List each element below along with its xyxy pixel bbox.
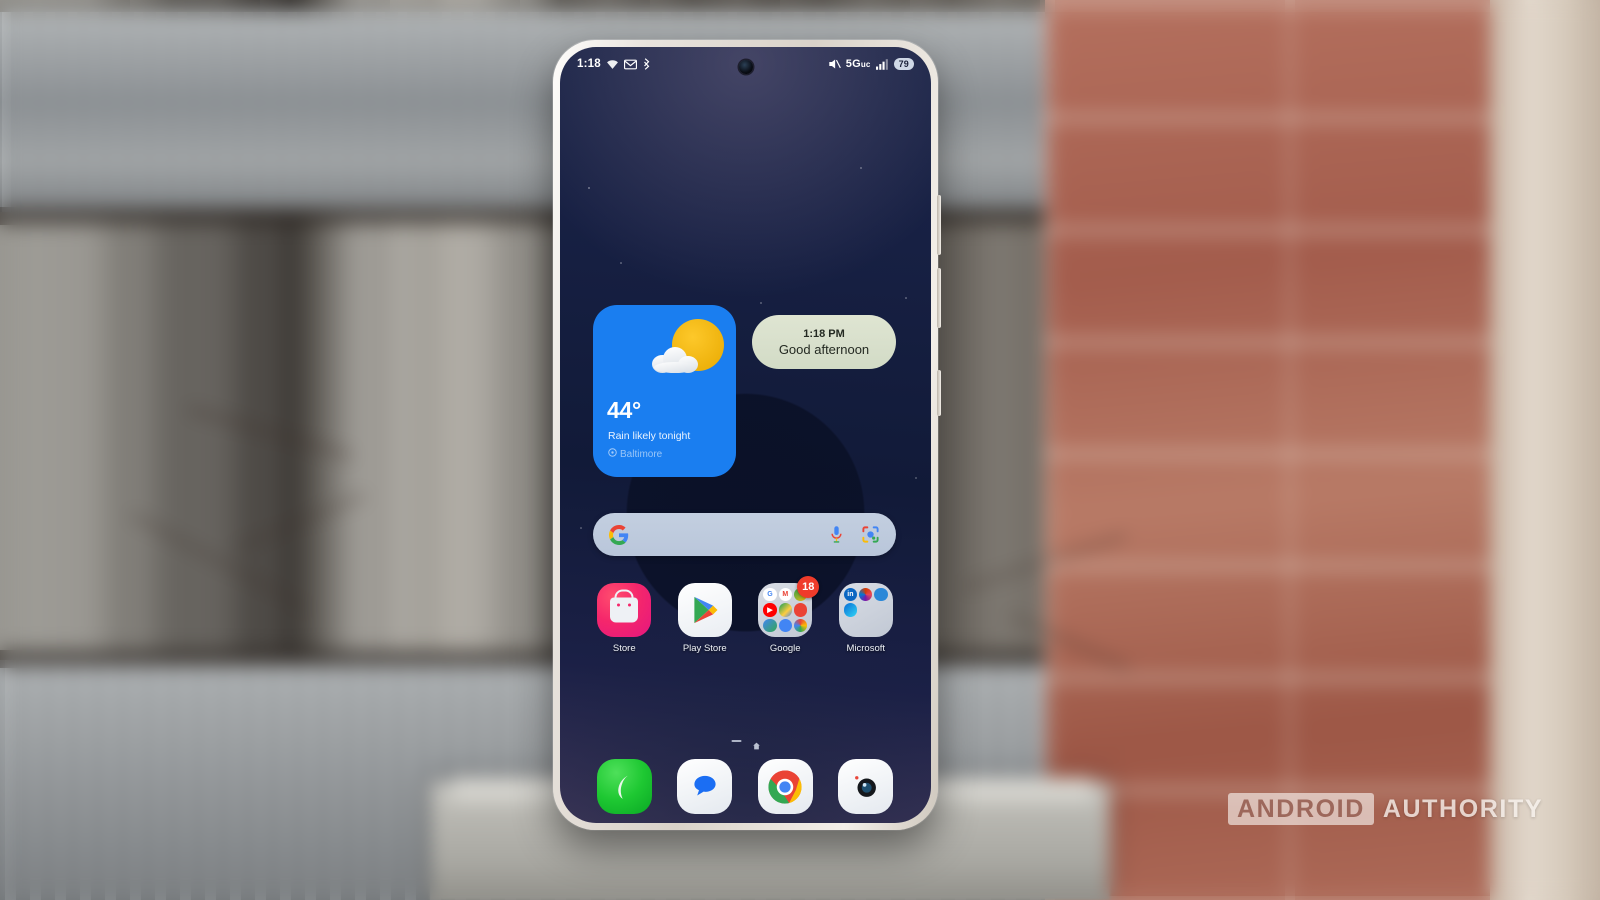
phone-icon[interactable]: [596, 759, 652, 814]
watermark-plain-word: AUTHORITY: [1382, 795, 1544, 823]
network-type-label: 5Guc: [845, 58, 871, 70]
weather-location: Baltimore: [608, 448, 662, 460]
galaxy-store-icon[interactable]: [597, 583, 652, 637]
mini-icon-empty: [874, 619, 887, 632]
page-dot-1[interactable]: [731, 739, 741, 743]
weather-temperature: 44°: [607, 397, 641, 423]
notification-badge: 18: [797, 576, 820, 598]
smartphone-device: 1:18 5Guc 79 44° Rain likely tonight Bal…: [553, 40, 941, 830]
power-button[interactable]: [937, 370, 941, 416]
android-authority-watermark: ANDROID AUTHORITY: [1228, 793, 1543, 825]
app-store[interactable]: Store: [591, 583, 657, 654]
google-search-bar[interactable]: [593, 513, 896, 556]
weather-condition: Rain likely tonight: [608, 430, 691, 442]
app-folder-microsoft[interactable]: in Microsoft: [833, 583, 899, 654]
mini-icon-gmail: M: [778, 588, 792, 602]
chrome-icon[interactable]: [757, 759, 813, 814]
mini-icon-drive: [778, 603, 792, 617]
watermark-boxed-word: ANDROID: [1228, 793, 1374, 825]
wifi-icon: [606, 59, 619, 70]
mini-icon-linkedin: in: [843, 588, 858, 602]
mini-icon-edge: [843, 603, 858, 617]
app-dock: [584, 759, 906, 814]
mini-icon-google-one: [793, 603, 808, 617]
greeting-widget[interactable]: 1:18 PM Good afternoon: [752, 315, 896, 369]
app-label: Microsoft: [846, 643, 886, 654]
mini-icon-photos: [793, 618, 808, 632]
home-app-row: Store Play Store G M ▶ 18 Google in Micr…: [584, 576, 906, 654]
home-page-icon[interactable]: [752, 737, 760, 750]
weather-location-label: Baltimore: [620, 448, 663, 460]
app-label: Play Store: [682, 643, 727, 654]
volume-down-button[interactable]: [937, 268, 941, 328]
battery-percent-badge: 79: [893, 58, 914, 70]
bluetooth-icon: [642, 58, 651, 70]
phone-screen[interactable]: 1:18 5Guc 79 44° Rain likely tonight Bal…: [560, 47, 931, 823]
dock-app-chrome[interactable]: [752, 759, 818, 814]
microphone-icon[interactable]: [829, 525, 844, 545]
mini-icon-empty: [859, 619, 872, 632]
gmail-icon: [623, 59, 637, 70]
mini-icon-onedrive: [874, 588, 888, 602]
dock-app-phone[interactable]: [591, 759, 657, 814]
mini-icon-office: [859, 588, 873, 602]
app-folder-google[interactable]: G M ▶ 18 Google: [752, 576, 820, 654]
cloud-icon: [652, 347, 698, 373]
google-folder-icon[interactable]: G M ▶ 18: [758, 576, 820, 637]
front-camera-punch-hole: [738, 60, 753, 74]
messages-icon[interactable]: [677, 759, 733, 814]
camera-icon[interactable]: [838, 759, 894, 814]
mini-icon-docs: [778, 618, 792, 632]
page-indicator[interactable]: [731, 737, 760, 750]
weather-widget[interactable]: 44° Rain likely tonight Baltimore: [593, 305, 736, 477]
volume-up-button[interactable]: [937, 195, 941, 255]
dock-app-camera[interactable]: [833, 759, 899, 814]
mini-icon-google: G: [763, 588, 777, 602]
dock-app-messages[interactable]: [672, 759, 738, 814]
mute-icon: [828, 58, 841, 70]
app-label: Google: [769, 643, 801, 654]
mini-icon-empty: [859, 603, 872, 616]
status-bar-right: 5Guc 79: [828, 58, 914, 70]
status-bar-clock: 1:18: [577, 58, 601, 70]
app-play-store[interactable]: Play Store: [672, 583, 738, 654]
greeting-message: Good afternoon: [778, 341, 870, 357]
greeting-time: 1:18 PM: [803, 327, 845, 340]
mini-icon-meet: [763, 618, 777, 632]
google-lens-icon[interactable]: [861, 525, 880, 544]
mini-icon-empty: [874, 603, 887, 616]
signal-bars-icon: [875, 58, 889, 70]
location-pin-icon: [608, 448, 617, 460]
mini-icon-youtube: ▶: [763, 603, 777, 617]
status-bar-left: 1:18: [577, 58, 651, 70]
mini-icon-empty: [844, 619, 857, 632]
google-g-icon: [609, 524, 629, 545]
google-play-icon[interactable]: [677, 583, 732, 637]
app-label: Store: [612, 643, 636, 654]
microsoft-folder-icon[interactable]: in: [838, 583, 893, 637]
